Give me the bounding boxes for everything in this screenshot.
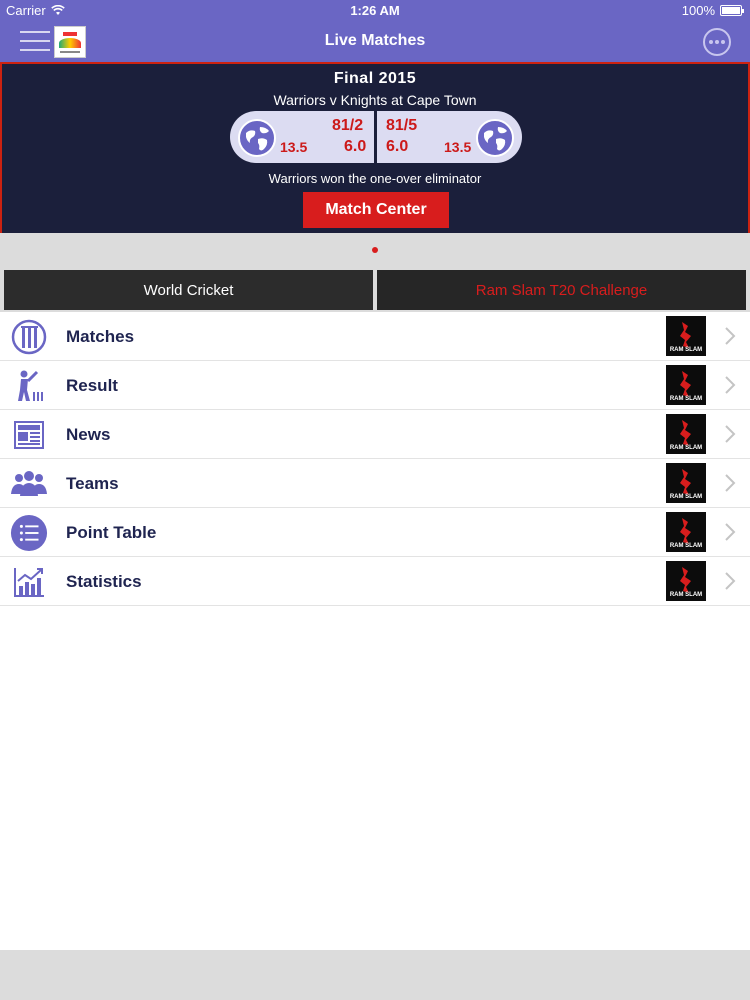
page-indicator [0, 233, 750, 268]
tab-world-cricket[interactable]: World Cricket [4, 270, 373, 310]
thumbnail-text: RAM SLAM [669, 396, 703, 402]
menu-item-label: Matches [66, 327, 135, 346]
battery-percent: 100% [681, 3, 715, 18]
menu-item-matches[interactable]: Matches RAM SLAM [0, 312, 750, 361]
page-dot-active[interactable] [372, 247, 378, 253]
chevron-right-icon [725, 327, 736, 345]
scoreboard: 81/2 13.5 6.0 81/5 6.0 13.5 [230, 111, 522, 163]
chevron-right-icon [725, 572, 736, 590]
menu-item-label: Teams [66, 474, 119, 493]
nav-title: Live Matches [324, 32, 426, 49]
ram-slam-thumbnail: RAM SLAM [666, 365, 706, 405]
thumbnail-text: RAM SLAM [669, 445, 703, 451]
team1-overs: 6.0 [344, 138, 367, 155]
match-title: Final 2015 [333, 70, 417, 87]
chart-icon [10, 563, 48, 601]
chevron-right-icon [725, 425, 736, 443]
team2-run-rate: 13.5 [444, 139, 472, 155]
ram-slam-thumbnail: RAM SLAM [666, 414, 706, 454]
chevron-right-icon [725, 523, 736, 541]
thumbnail-text: RAM SLAM [669, 494, 703, 500]
team2-globe-icon [476, 119, 514, 157]
ram-slam-thumbnail: RAM SLAM [666, 512, 706, 552]
ram-slam-thumbnail: RAM SLAM [666, 316, 706, 356]
chevron-right-icon [725, 376, 736, 394]
menu-item-label: Statistics [66, 572, 142, 591]
menu-item-point-table[interactable]: Point Table RAM SLAM [0, 508, 750, 557]
score-divider [374, 111, 377, 163]
more-options-button[interactable] [703, 28, 731, 56]
menu-item-result[interactable]: Result RAM SLAM [0, 361, 750, 410]
live-score-banner[interactable]: Final 2015 Warriors v Knights at Cape To… [0, 62, 750, 233]
menu-item-statistics[interactable]: Statistics RAM SLAM [0, 557, 750, 606]
match-subtitle: Warriors v Knights at Cape Town [273, 92, 477, 108]
battery-group: 100% [681, 3, 744, 18]
newspaper-icon [10, 416, 48, 454]
ram-slam-thumbnail: RAM SLAM [666, 463, 706, 503]
status-bar: Carrier 1:26 AM 100% [0, 0, 750, 22]
team1-run-rate: 13.5 [280, 139, 308, 155]
match-result: Warriors won the one-over eliminator [268, 171, 482, 186]
thumbnail-text: RAM SLAM [669, 592, 703, 598]
menu-item-label: Point Table [66, 523, 157, 542]
thumbnail-text: RAM SLAM [669, 543, 703, 549]
match-center-button[interactable]: Match Center [303, 192, 449, 228]
menu-item-news[interactable]: News RAM SLAM [0, 410, 750, 459]
nav-bar: Live Matches [0, 22, 750, 62]
menu-item-label: News [66, 425, 111, 444]
list-icon [10, 514, 48, 552]
battery-icon [720, 5, 744, 16]
tab-ram-slam-t20[interactable]: Ram Slam T20 Challenge [377, 270, 746, 310]
bottom-bar [0, 950, 750, 1000]
status-time: 1:26 AM [350, 3, 400, 18]
batsman-icon [10, 367, 48, 405]
ram-slam-thumbnail: RAM SLAM [666, 561, 706, 601]
menu-item-teams[interactable]: Teams RAM SLAM [0, 459, 750, 508]
team2-overs: 6.0 [386, 138, 409, 155]
group-icon [10, 465, 48, 503]
menu-item-label: Result [66, 376, 118, 395]
wickets-icon [10, 318, 48, 356]
team2-score: 81/5 [386, 117, 418, 134]
team1-globe-icon [238, 119, 276, 157]
thumbnail-text: RAM SLAM [669, 347, 703, 353]
team1-score: 81/2 [332, 117, 364, 134]
menu-list: Matches RAM SLAM Result RAM SLAM News RA… [0, 312, 750, 606]
tabs-bar: World Cricket Ram Slam T20 Challenge [0, 268, 750, 312]
chevron-right-icon [725, 474, 736, 492]
app-screen: Carrier 1:26 AM 100% Live Matches Final … [0, 0, 750, 1000]
